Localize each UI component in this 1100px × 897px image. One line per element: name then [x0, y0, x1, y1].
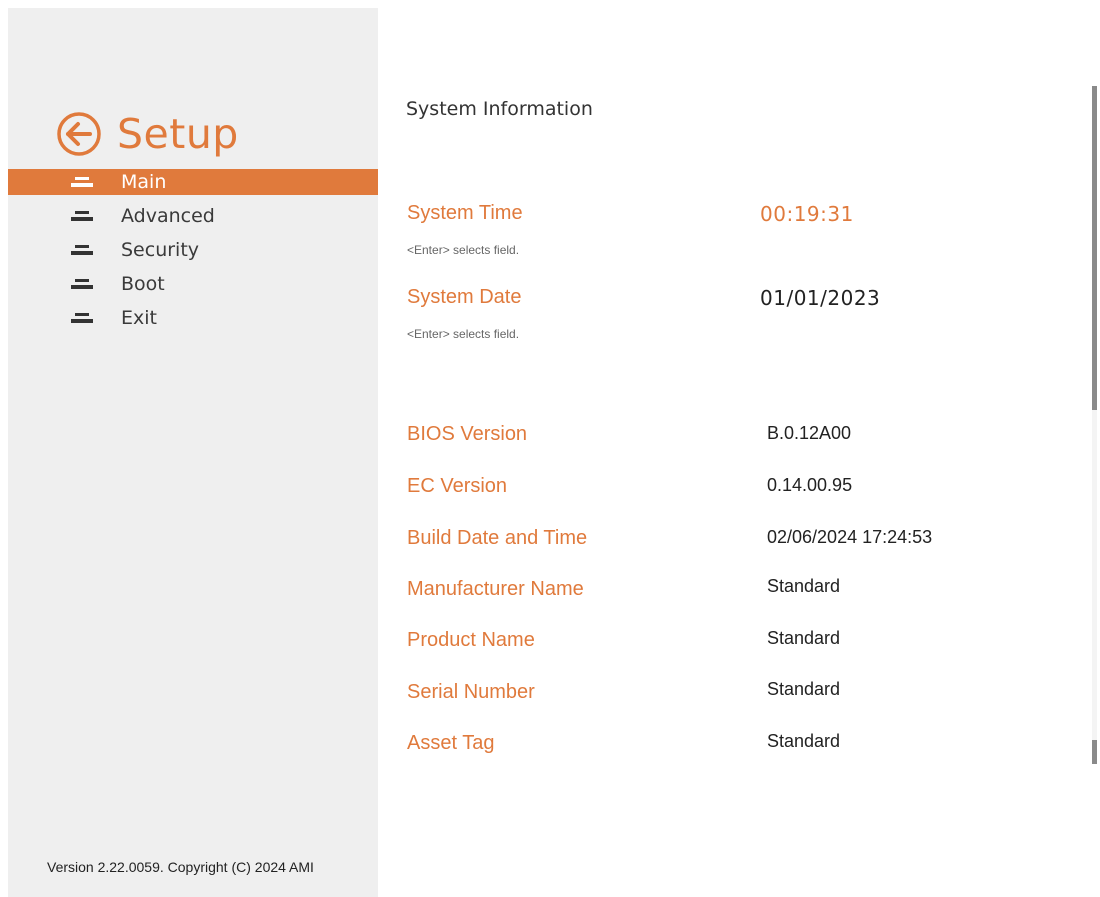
system-date-value[interactable]: 01/01/2023 [760, 286, 880, 310]
ec-version-label: EC Version [407, 475, 508, 497]
setup-title: Setup [117, 110, 239, 158]
system-time-label[interactable]: System Time [407, 202, 523, 225]
sidebar-item-security[interactable]: Security [8, 237, 378, 263]
system-date-hint: <Enter> selects field. [407, 327, 520, 341]
sidebar-item-advanced[interactable]: Advanced [8, 203, 378, 229]
asset-tag-value: Standard [767, 731, 841, 751]
manufacturer-name-value: Standard [767, 576, 841, 596]
system-time-value[interactable]: 00:19:31 [760, 202, 854, 226]
sidebar-item-label: Main [121, 171, 167, 193]
sidebar-item-label: Advanced [121, 205, 215, 227]
sidebar-item-boot[interactable]: Boot [8, 271, 378, 297]
sidebar-item-label: Boot [121, 273, 165, 295]
sidebar-item-label: Exit [121, 307, 157, 329]
product-name-value: Standard [767, 628, 841, 648]
system-date-label[interactable]: System Date [407, 286, 521, 309]
sidebar-item-label: Security [121, 239, 200, 261]
menu-tab-icon [71, 313, 93, 323]
sidebar: Setup Main Advanced Security Boot Exit [8, 8, 378, 897]
menu-tab-icon [71, 177, 93, 187]
setup-back-button[interactable]: Setup [55, 102, 239, 166]
manufacturer-name-label: Manufacturer Name [407, 578, 584, 600]
scrollbar-end-marker [1092, 740, 1097, 764]
system-time-hint: <Enter> selects field. [407, 243, 520, 257]
serial-number-value: Standard [767, 679, 841, 699]
menu-tab-icon [71, 279, 93, 289]
build-date-label: Build Date and Time [407, 527, 588, 549]
bios-version-label: BIOS Version [407, 423, 528, 445]
sidebar-item-exit[interactable]: Exit [8, 305, 378, 331]
bios-version-value: B.0.12A00 [767, 423, 852, 443]
serial-number-label: Serial Number [407, 681, 535, 703]
circle-arrow-left-icon [57, 112, 101, 156]
menu-tab-icon [71, 245, 93, 255]
page-title: System Information [406, 98, 593, 120]
copyright-text: Version 2.22.0059. Copyright (C) 2024 AM… [47, 859, 314, 875]
menu-tab-icon [71, 211, 93, 221]
main-panel: System Information System Time 00:19:31 … [378, 0, 1100, 897]
ec-version-value: 0.14.00.95 [767, 475, 853, 495]
scrollbar[interactable] [1092, 86, 1097, 764]
product-name-label: Product Name [407, 629, 535, 651]
asset-tag-label: Asset Tag [407, 732, 495, 754]
sidebar-item-main[interactable]: Main [8, 169, 378, 195]
build-date-value: 02/06/2024 17:24:53 [767, 527, 933, 547]
scrollbar-thumb[interactable] [1092, 86, 1097, 410]
